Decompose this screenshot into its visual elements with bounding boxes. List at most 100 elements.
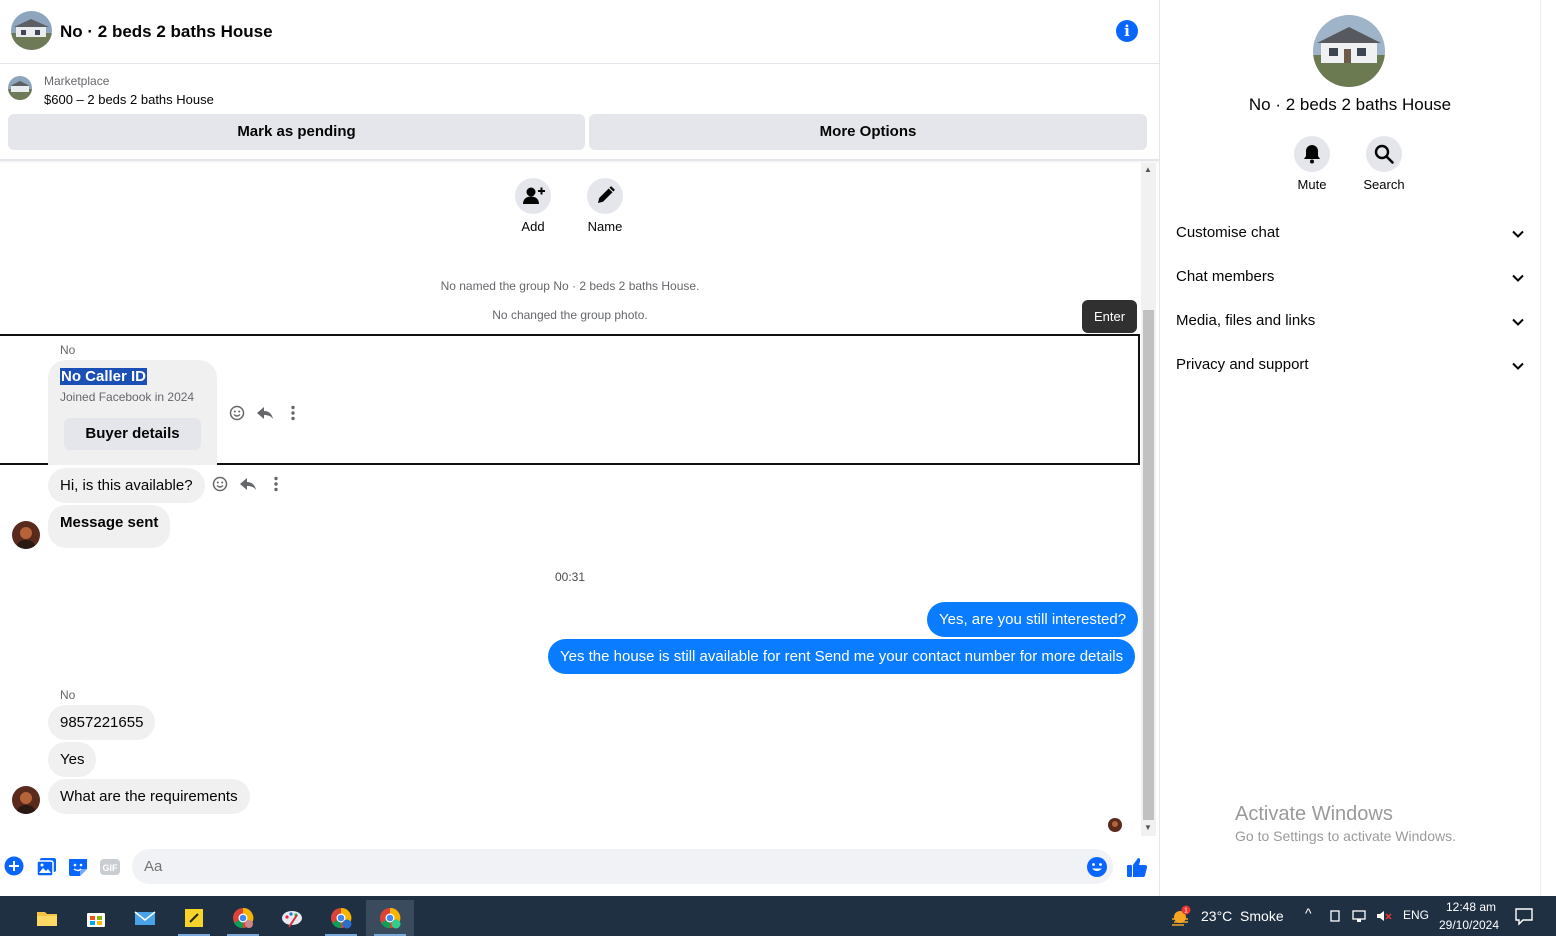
tray-icons	[1329, 908, 1413, 924]
incoming-message[interactable]: Hi, is this available?	[48, 468, 205, 503]
chevron-down-icon	[1512, 362, 1524, 370]
section-label: Customise chat	[1176, 224, 1280, 241]
mute-button[interactable]	[1294, 136, 1330, 172]
paint-app[interactable]	[268, 900, 316, 936]
sticker-icon[interactable]	[67, 856, 89, 878]
conversation-title[interactable]: No · 2 beds 2 baths House	[60, 22, 273, 42]
file-explorer-app[interactable]	[23, 900, 71, 936]
section-customise-chat[interactable]: Customise chat	[1176, 224, 1526, 248]
activate-subtitle: Go to Settings to activate Windows.	[1235, 828, 1456, 844]
chevron-down-icon	[1512, 274, 1524, 282]
weather-icon[interactable]: 1	[1169, 904, 1193, 928]
meet-icon	[1330, 910, 1340, 922]
scroll-down-arrow[interactable]: ▼	[1144, 823, 1152, 832]
group-photo[interactable]	[1313, 15, 1385, 87]
like-icon[interactable]	[1126, 856, 1148, 878]
plus-icon[interactable]	[4, 856, 26, 878]
search-button[interactable]	[1366, 136, 1402, 172]
section-media-files-links[interactable]: Media, files and links	[1176, 312, 1526, 336]
listing-title[interactable]: $600 – 2 beds 2 baths House	[44, 92, 214, 107]
clock-date[interactable]: 29/10/2024	[1437, 918, 1501, 932]
photo-icon[interactable]	[36, 856, 58, 878]
activate-title: Activate Windows	[1235, 803, 1393, 825]
reply-icon[interactable]	[255, 403, 275, 423]
sticky-note-icon	[185, 909, 203, 927]
weather-text[interactable]: 23°C Smoke	[1201, 908, 1284, 924]
chevron-up-icon[interactable]: ^	[1305, 905, 1312, 921]
reply-icon[interactable]	[238, 474, 258, 494]
joined-info: Joined Facebook in 2024	[60, 390, 195, 404]
chrome-profile-app[interactable]	[317, 900, 365, 936]
volume-muted-icon	[1377, 911, 1384, 921]
add-people-button[interactable]	[515, 178, 551, 214]
sender-name: No	[60, 688, 76, 702]
incoming-message[interactable]: What are the requirements	[48, 779, 250, 814]
search-label: Search	[1363, 177, 1405, 192]
gif-icon[interactable]: GIF	[99, 856, 121, 878]
section-label: Media, files and links	[1176, 312, 1316, 329]
mark-as-pending-button[interactable]: Mark as pending	[8, 114, 585, 150]
bell-icon	[1304, 145, 1320, 164]
chrome-icon	[380, 907, 401, 929]
conversation-details-panel	[1159, 0, 1540, 896]
add-label: Add	[521, 219, 545, 234]
activate-windows-watermark: Activate Windows Go to Settings to activ…	[1235, 803, 1456, 844]
section-label: Privacy and support	[1176, 356, 1309, 373]
outgoing-message[interactable]: Yes, are you still interested?	[927, 602, 1139, 637]
sender-avatar[interactable]	[12, 786, 40, 814]
rename-group-button[interactable]	[587, 178, 623, 214]
chrome-active-app[interactable]	[366, 900, 414, 936]
caller-name[interactable]: No Caller ID	[60, 368, 148, 385]
paint-icon	[282, 911, 302, 928]
react-icon[interactable]	[227, 403, 247, 423]
mail-icon	[134, 911, 156, 925]
chat-scrollbar-thumb[interactable]	[1143, 310, 1154, 820]
incoming-message[interactable]: 9857221655	[48, 705, 156, 740]
language-indicator[interactable]: ENG	[1403, 908, 1429, 922]
chrome-icon	[331, 907, 352, 929]
more-icon[interactable]	[283, 403, 303, 423]
message-composer[interactable]	[132, 849, 1113, 884]
info-icon[interactable]: i	[1116, 20, 1138, 42]
page-scrollbar[interactable]	[1540, 0, 1556, 896]
section-privacy-support[interactable]: Privacy and support	[1176, 356, 1526, 380]
message-actions	[227, 403, 311, 423]
incoming-message[interactable]: Message sent	[48, 505, 171, 548]
clock-time[interactable]: 12:48 am	[1441, 900, 1501, 914]
more-icon[interactable]	[266, 474, 286, 494]
section-label: Chat members	[1176, 268, 1275, 285]
svg-text:GIF: GIF	[103, 863, 119, 873]
name-label: Name	[587, 219, 623, 234]
buyer-details-button[interactable]: Buyer details	[64, 418, 201, 450]
panel-title: No · 2 beds 2 baths House	[1248, 95, 1452, 114]
add-person-icon	[523, 187, 545, 204]
emoji-icon[interactable]	[1086, 856, 1108, 878]
store-app[interactable]	[72, 900, 120, 936]
message-actions	[210, 474, 294, 494]
search-icon	[1374, 144, 1394, 164]
enter-tooltip: Enter	[1082, 300, 1137, 333]
section-chat-members[interactable]: Chat members	[1176, 268, 1526, 292]
incoming-message[interactable]: Yes	[48, 742, 97, 777]
chat-header: No · 2 beds 2 baths House i	[0, 0, 1159, 64]
read-receipt-avatar	[1108, 818, 1122, 832]
listing-thumbnail[interactable]	[8, 76, 32, 100]
more-options-button[interactable]: More Options	[589, 114, 1147, 150]
scroll-up-arrow[interactable]: ▲	[1144, 165, 1152, 174]
react-icon[interactable]	[210, 474, 230, 494]
system-message: No changed the group photo.	[492, 308, 648, 322]
outgoing-message[interactable]: Yes the house is still available for ren…	[548, 639, 1136, 674]
chrome-app[interactable]	[219, 900, 267, 936]
sticky-notes-app[interactable]	[170, 900, 218, 936]
pencil-icon	[598, 186, 615, 203]
divider	[0, 159, 1159, 161]
sender-avatar[interactable]	[12, 521, 40, 549]
message-input[interactable]	[144, 849, 1044, 884]
system-message: No named the group No · 2 beds 2 baths H…	[440, 279, 700, 293]
mail-app[interactable]	[121, 900, 169, 936]
group-avatar[interactable]	[11, 11, 52, 50]
notifications-icon[interactable]	[1514, 906, 1534, 926]
folder-icon	[37, 912, 57, 926]
mute-label: Mute	[1297, 177, 1327, 192]
marketplace-label: Marketplace	[44, 74, 110, 88]
